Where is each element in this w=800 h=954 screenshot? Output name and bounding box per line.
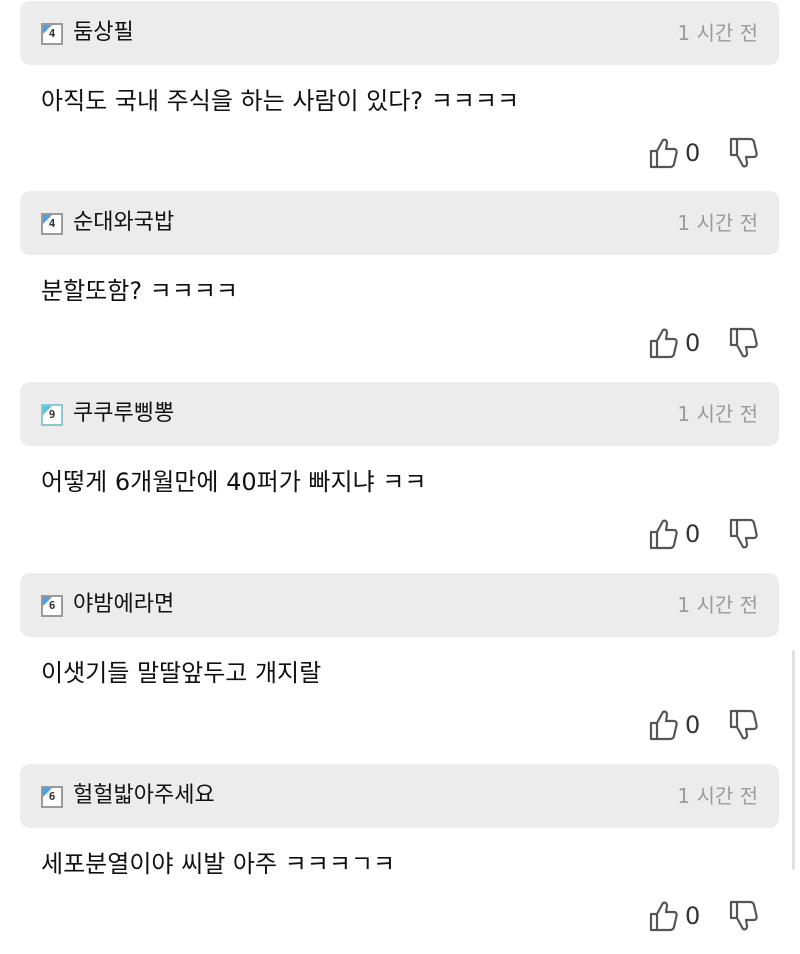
comment-username[interactable]: 헐헐밟아주세요 [73, 780, 215, 812]
like-count: 0 [685, 329, 701, 357]
thumbs-down-icon[interactable] [728, 326, 758, 360]
comment-header: 6 헐헐밟아주세요 1 시간 전 [20, 764, 779, 828]
comment-item: 4 순대와국밥 1 시간 전 분할또함? ㅋㅋㅋㅋ 0 [0, 191, 800, 381]
comment-username[interactable]: 쿠쿠루삥뽕 [73, 398, 174, 430]
comment-item: 6 헐헐밟아주세요 1 시간 전 세포분열이야 씨발 아주 ㅋㅋㅋㄱㅋ 0 [0, 764, 800, 954]
thumbs-down-icon[interactable] [728, 899, 758, 933]
like-count: 0 [685, 902, 701, 930]
thumbs-up-icon[interactable] [648, 326, 678, 360]
level-badge-icon: 6 [41, 786, 63, 808]
like-count: 0 [685, 520, 701, 548]
thumbs-down-icon[interactable] [728, 136, 758, 170]
comment-text: 이샛기들 말딸앞두고 개지랄 [41, 659, 322, 687]
comment-text: 어떻게 6개월만에 40퍼가 빠지냐 ㅋㅋ [41, 468, 427, 496]
thumbs-up-icon[interactable] [648, 899, 678, 933]
thumbs-down-icon[interactable] [728, 708, 758, 742]
level-badge-icon: 9 [41, 404, 63, 426]
level-badge-icon: 6 [41, 595, 63, 617]
thumbs-up-icon[interactable] [648, 708, 678, 742]
comment-item: 9 쿠쿠루삥뽕 1 시간 전 어떻게 6개월만에 40퍼가 빠지냐 ㅋㅋ 0 [0, 382, 800, 572]
like-count: 0 [685, 139, 701, 167]
comment-text: 세포분열이야 씨발 아주 ㅋㅋㅋㄱㅋ [41, 850, 396, 878]
comment-item: 4 둠상필 1 시간 전 아직도 국내 주식을 하는 사람이 있다? ㅋㅋㅋㅋ … [0, 1, 800, 191]
comment-time: 1 시간 전 [677, 784, 758, 808]
comment-header: 4 둠상필 1 시간 전 [20, 1, 779, 65]
comment-time: 1 시간 전 [677, 402, 758, 426]
scrollbar[interactable] [792, 650, 795, 870]
comment-time: 1 시간 전 [677, 593, 758, 617]
thumbs-up-icon[interactable] [648, 136, 678, 170]
comment-header: 4 순대와국밥 1 시간 전 [20, 191, 779, 255]
comment-text: 분할또함? ㅋㅋㅋㅋ [41, 277, 239, 305]
comment-time: 1 시간 전 [677, 21, 758, 45]
comment-header: 6 야밤에라면 1 시간 전 [20, 573, 779, 637]
level-badge-icon: 4 [41, 213, 63, 235]
comment-header: 9 쿠쿠루삥뽕 1 시간 전 [20, 382, 779, 446]
like-count: 0 [685, 711, 701, 739]
comment-username[interactable]: 둠상필 [73, 17, 134, 49]
comment-username[interactable]: 야밤에라면 [73, 589, 174, 621]
level-badge-icon: 4 [41, 23, 63, 45]
thumbs-up-icon[interactable] [648, 517, 678, 551]
comment-item: 6 야밤에라면 1 시간 전 이샛기들 말딸앞두고 개지랄 0 [0, 573, 800, 763]
thumbs-down-icon[interactable] [728, 517, 758, 551]
comment-time: 1 시간 전 [677, 211, 758, 235]
comment-username[interactable]: 순대와국밥 [73, 207, 174, 239]
comment-text: 아직도 국내 주식을 하는 사람이 있다? ㅋㅋㅋㅋ [41, 87, 520, 115]
